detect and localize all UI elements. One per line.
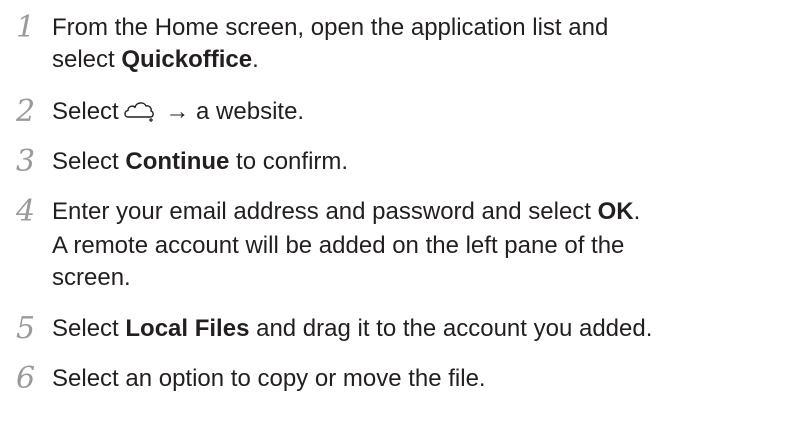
step-text-pre: Select — [52, 148, 126, 175]
step-number: 3 — [16, 144, 36, 179]
step-text-post: . — [252, 46, 259, 73]
step-text: From the Home screen, open the applicati… — [52, 12, 780, 44]
step-text-pre: Select — [52, 98, 119, 125]
continue-label: Continue — [125, 148, 230, 175]
step-text: Select an option to copy or move the fil… — [52, 363, 780, 395]
local-files-label: Local Files — [125, 315, 250, 342]
step-note-line: A remote account will be added on the le… — [52, 232, 625, 259]
step-number: 2 — [16, 94, 36, 129]
step-text-pre: Select — [52, 315, 126, 342]
step-number: 6 — [16, 361, 36, 396]
step-text-pre: Enter your email address and password an… — [52, 198, 598, 225]
app-name-quickoffice: Quickoffice — [121, 46, 253, 73]
step-text-line: From the Home screen, open the applicati… — [52, 14, 609, 41]
step-text: Select → a website. — [52, 96, 780, 131]
step-text-pre: select — [52, 46, 122, 73]
step-text: Select Continue to confirm. — [52, 146, 780, 178]
cloud-add-icon — [123, 98, 157, 131]
step-text-post: and drag it to the account you added. — [249, 315, 653, 342]
step-text: select Quickoffice. — [52, 44, 780, 76]
step-text-post: to confirm. — [229, 148, 349, 175]
step-number: 5 — [16, 311, 36, 346]
ok-label: OK — [597, 198, 634, 225]
step-text-post: . — [633, 198, 641, 225]
step-number: 4 — [16, 194, 36, 229]
step-text-post: → a website. — [158, 98, 305, 125]
step-number: 1 — [16, 10, 36, 45]
step-text: Select Local Files and drag it to the ac… — [52, 313, 780, 345]
step-note: screen. — [52, 262, 780, 294]
step-text: Enter your email address and password an… — [52, 196, 780, 228]
step-note: A remote account will be added on the le… — [52, 230, 780, 262]
step-note-line: screen. — [52, 264, 131, 291]
step-text-line: Select an option to copy or move the fil… — [52, 365, 486, 392]
